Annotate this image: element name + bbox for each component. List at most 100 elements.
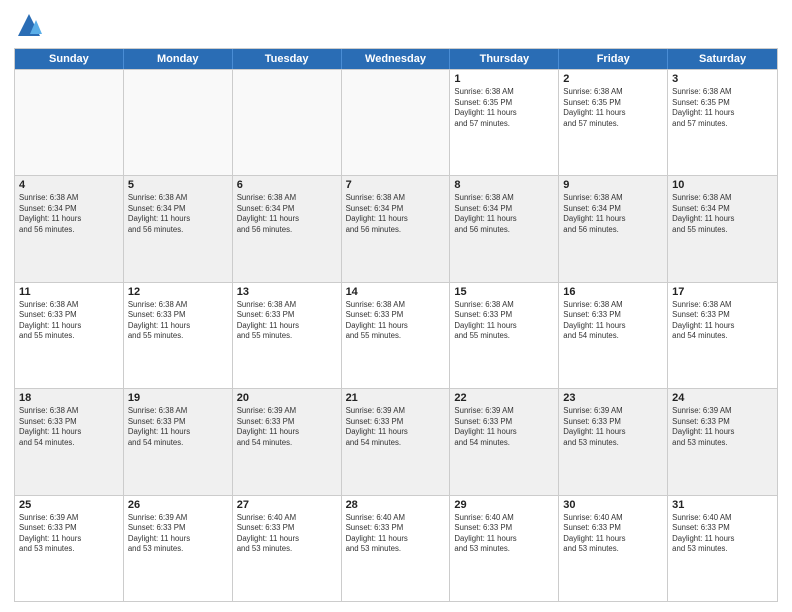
day-info: Sunrise: 6:38 AM Sunset: 6:34 PM Dayligh…: [346, 193, 446, 235]
day-number: 10: [672, 179, 773, 191]
header-day-wednesday: Wednesday: [342, 49, 451, 69]
calendar-cell-29: 29 Sunrise: 6:40 AM Sunset: 6:33 PM Dayli…: [450, 496, 559, 601]
day-number: 5: [128, 179, 228, 191]
header: [14, 10, 778, 40]
day-info: Sunrise: 6:39 AM Sunset: 6:33 PM Dayligh…: [563, 406, 663, 448]
day-info: Sunrise: 6:38 AM Sunset: 6:34 PM Dayligh…: [128, 193, 228, 235]
day-number: 18: [19, 392, 119, 404]
calendar-cell-16: 16 Sunrise: 6:38 AM Sunset: 6:33 PM Dayli…: [559, 283, 668, 388]
calendar-cell-31: 31Sunrise: 6:40 AM Sunset: 6:33 PM Dayli…: [668, 496, 777, 601]
calendar-cell-14: 14Sunrise: 6:38 AM Sunset: 6:33 PM Dayli…: [342, 283, 451, 388]
day-info: Sunrise: 6:39 AM Sunset: 6:33 PM Dayligh…: [454, 406, 554, 448]
day-number: 25: [19, 499, 119, 511]
day-info: Sunrise: 6:38 AM Sunset: 6:33 PM Dayligh…: [19, 406, 119, 448]
day-number: 21: [346, 392, 446, 404]
calendar-cell-20: 20Sunrise: 6:39 AM Sunset: 6:33 PM Dayli…: [233, 389, 342, 494]
calendar-row-2: 4Sunrise: 6:38 AM Sunset: 6:34 PM Daylig…: [15, 175, 777, 281]
day-number: 27: [237, 499, 337, 511]
day-number: 28: [346, 499, 446, 511]
header-day-friday: Friday: [559, 49, 668, 69]
day-number: 20: [237, 392, 337, 404]
day-info: Sunrise: 6:40 AM Sunset: 6:33 PM Dayligh…: [454, 513, 554, 555]
logo-icon: [14, 10, 44, 40]
day-number: 24: [672, 392, 773, 404]
calendar-cell-25: 25 Sunrise: 6:39 AM Sunset: 6:33 PM Dayli…: [15, 496, 124, 601]
page: SundayMondayTuesdayWednesdayThursdayFrid…: [0, 0, 792, 612]
header-day-sunday: Sunday: [15, 49, 124, 69]
day-number: 1: [454, 73, 554, 85]
calendar-cell-27: 27 Sunrise: 6:40 AM Sunset: 6:33 PM Dayli…: [233, 496, 342, 601]
calendar-cell-empty-1: [124, 70, 233, 175]
day-number: 16: [563, 286, 663, 298]
day-number: 9: [563, 179, 663, 191]
calendar-cell-13: 13 Sunrise: 6:38 AM Sunset: 6:33 PM Dayli…: [233, 283, 342, 388]
calendar-cell-10: 10 Sunrise: 6:38 AM Sunset: 6:34 PM Dayli…: [668, 176, 777, 281]
day-number: 7: [346, 179, 446, 191]
calendar-cell-empty-3: [342, 70, 451, 175]
day-number: 8: [454, 179, 554, 191]
day-info: Sunrise: 6:39 AM Sunset: 6:33 PM Dayligh…: [672, 406, 773, 448]
calendar-cell-21: 21 Sunrise: 6:39 AM Sunset: 6:33 PM Dayli…: [342, 389, 451, 494]
logo: [14, 10, 48, 40]
calendar-cell-8: 8 Sunrise: 6:38 AM Sunset: 6:34 PM Daylig…: [450, 176, 559, 281]
day-info: Sunrise: 6:38 AM Sunset: 6:34 PM Dayligh…: [19, 193, 119, 235]
calendar-cell-4: 4Sunrise: 6:38 AM Sunset: 6:34 PM Daylig…: [15, 176, 124, 281]
calendar-cell-5: 5 Sunrise: 6:38 AM Sunset: 6:34 PM Daylig…: [124, 176, 233, 281]
calendar: SundayMondayTuesdayWednesdayThursdayFrid…: [14, 48, 778, 602]
day-info: Sunrise: 6:40 AM Sunset: 6:33 PM Dayligh…: [237, 513, 337, 555]
day-number: 2: [563, 73, 663, 85]
day-number: 29: [454, 499, 554, 511]
day-info: Sunrise: 6:38 AM Sunset: 6:35 PM Dayligh…: [672, 87, 773, 129]
calendar-cell-22: 22 Sunrise: 6:39 AM Sunset: 6:33 PM Dayli…: [450, 389, 559, 494]
calendar-cell-11: 11 Sunrise: 6:38 AM Sunset: 6:33 PM Dayli…: [15, 283, 124, 388]
calendar-cell-23: 23 Sunrise: 6:39 AM Sunset: 6:33 PM Dayli…: [559, 389, 668, 494]
calendar-cell-3: 3Sunrise: 6:38 AM Sunset: 6:35 PM Daylig…: [668, 70, 777, 175]
header-day-monday: Monday: [124, 49, 233, 69]
day-info: Sunrise: 6:38 AM Sunset: 6:34 PM Dayligh…: [563, 193, 663, 235]
day-info: Sunrise: 6:38 AM Sunset: 6:33 PM Dayligh…: [19, 300, 119, 342]
day-info: Sunrise: 6:38 AM Sunset: 6:33 PM Dayligh…: [237, 300, 337, 342]
calendar-cell-12: 12 Sunrise: 6:38 AM Sunset: 6:33 PM Dayli…: [124, 283, 233, 388]
day-number: 6: [237, 179, 337, 191]
day-number: 26: [128, 499, 228, 511]
day-info: Sunrise: 6:39 AM Sunset: 6:33 PM Dayligh…: [346, 406, 446, 448]
day-info: Sunrise: 6:38 AM Sunset: 6:33 PM Dayligh…: [346, 300, 446, 342]
calendar-row-5: 25 Sunrise: 6:39 AM Sunset: 6:33 PM Dayli…: [15, 495, 777, 601]
calendar-row-4: 18 Sunrise: 6:38 AM Sunset: 6:33 PM Dayli…: [15, 388, 777, 494]
header-day-tuesday: Tuesday: [233, 49, 342, 69]
day-info: Sunrise: 6:40 AM Sunset: 6:33 PM Dayligh…: [346, 513, 446, 555]
calendar-cell-17: 17 Sunrise: 6:38 AM Sunset: 6:33 PM Dayli…: [668, 283, 777, 388]
day-number: 19: [128, 392, 228, 404]
day-number: 12: [128, 286, 228, 298]
day-info: Sunrise: 6:38 AM Sunset: 6:33 PM Dayligh…: [454, 300, 554, 342]
calendar-cell-19: 19Sunrise: 6:38 AM Sunset: 6:33 PM Dayli…: [124, 389, 233, 494]
day-number: 17: [672, 286, 773, 298]
day-number: 13: [237, 286, 337, 298]
calendar-cell-2: 2 Sunrise: 6:38 AM Sunset: 6:35 PM Daylig…: [559, 70, 668, 175]
header-day-thursday: Thursday: [450, 49, 559, 69]
header-day-saturday: Saturday: [668, 49, 777, 69]
day-number: 15: [454, 286, 554, 298]
day-info: Sunrise: 6:38 AM Sunset: 6:35 PM Dayligh…: [454, 87, 554, 129]
day-info: Sunrise: 6:38 AM Sunset: 6:34 PM Dayligh…: [237, 193, 337, 235]
calendar-cell-15: 15 Sunrise: 6:38 AM Sunset: 6:33 PM Dayli…: [450, 283, 559, 388]
day-info: Sunrise: 6:38 AM Sunset: 6:33 PM Dayligh…: [672, 300, 773, 342]
day-info: Sunrise: 6:39 AM Sunset: 6:33 PM Dayligh…: [19, 513, 119, 555]
day-number: 23: [563, 392, 663, 404]
calendar-header: SundayMondayTuesdayWednesdayThursdayFrid…: [15, 49, 777, 69]
day-info: Sunrise: 6:38 AM Sunset: 6:34 PM Dayligh…: [454, 193, 554, 235]
calendar-cell-24: 24 Sunrise: 6:39 AM Sunset: 6:33 PM Dayli…: [668, 389, 777, 494]
day-info: Sunrise: 6:38 AM Sunset: 6:33 PM Dayligh…: [128, 300, 228, 342]
calendar-cell-1: 1 Sunrise: 6:38 AM Sunset: 6:35 PM Daylig…: [450, 70, 559, 175]
day-number: 11: [19, 286, 119, 298]
calendar-cell-28: 28 Sunrise: 6:40 AM Sunset: 6:33 PM Dayli…: [342, 496, 451, 601]
day-number: 22: [454, 392, 554, 404]
calendar-row-1: 1 Sunrise: 6:38 AM Sunset: 6:35 PM Daylig…: [15, 69, 777, 175]
calendar-cell-9: 9 Sunrise: 6:38 AM Sunset: 6:34 PM Daylig…: [559, 176, 668, 281]
calendar-cell-30: 30Sunrise: 6:40 AM Sunset: 6:33 PM Dayli…: [559, 496, 668, 601]
day-info: Sunrise: 6:38 AM Sunset: 6:33 PM Dayligh…: [563, 300, 663, 342]
day-info: Sunrise: 6:38 AM Sunset: 6:35 PM Dayligh…: [563, 87, 663, 129]
day-number: 31: [672, 499, 773, 511]
calendar-row-3: 11 Sunrise: 6:38 AM Sunset: 6:33 PM Dayli…: [15, 282, 777, 388]
day-info: Sunrise: 6:38 AM Sunset: 6:34 PM Dayligh…: [672, 193, 773, 235]
